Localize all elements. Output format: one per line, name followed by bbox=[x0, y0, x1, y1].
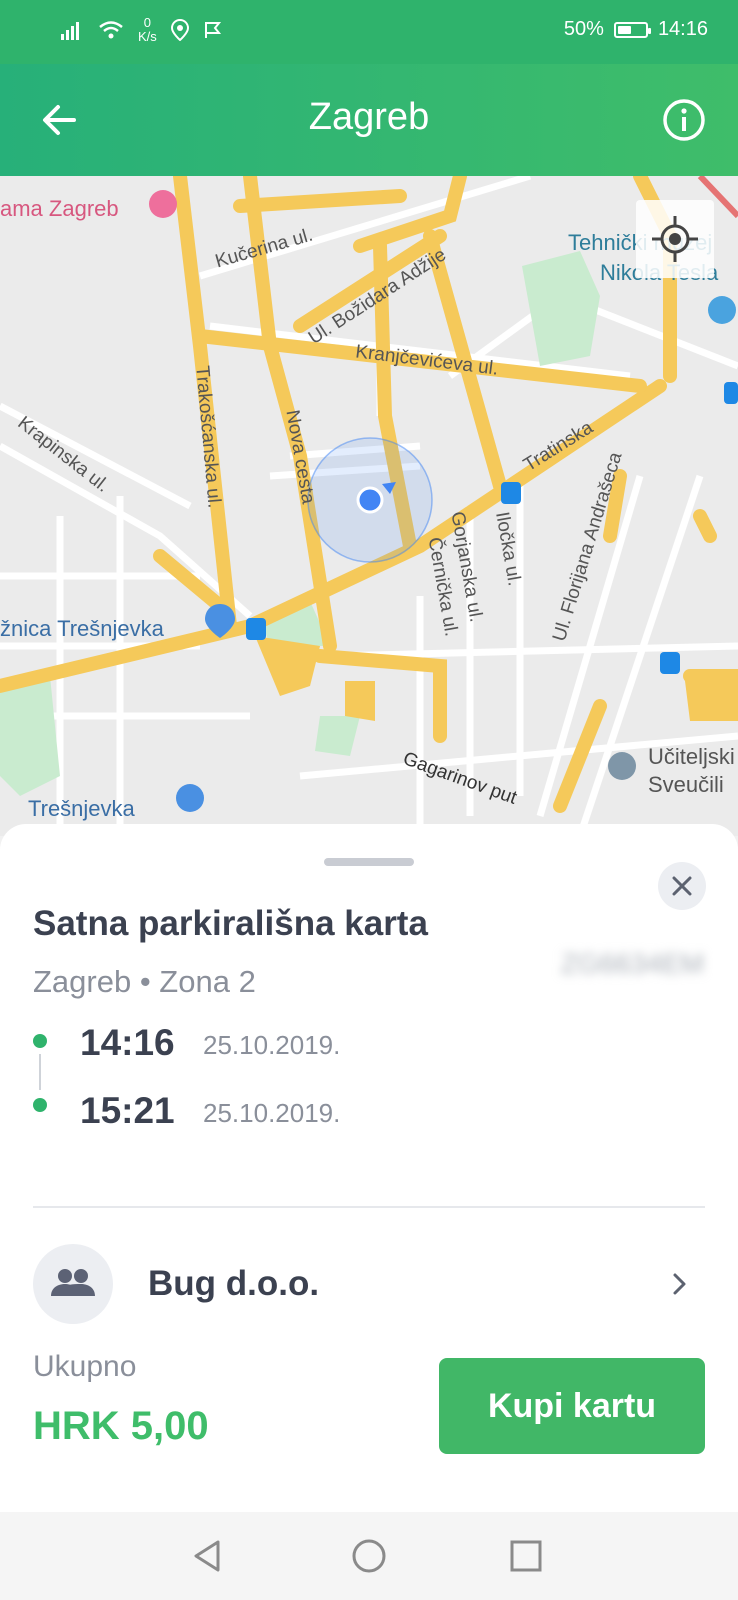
total-label: Ukupno bbox=[33, 1350, 137, 1383]
map-label-tresnjevka-market: žnica Trešnjevka bbox=[0, 616, 164, 641]
wifi-icon bbox=[99, 21, 123, 39]
flag-icon bbox=[204, 22, 221, 38]
license-plate: ZG6634EM bbox=[560, 948, 704, 979]
ticket-zone: Zagreb • Zona 2 bbox=[33, 964, 256, 999]
info-icon[interactable] bbox=[660, 96, 708, 144]
crosshair-icon bbox=[652, 216, 698, 262]
nav-home-icon[interactable] bbox=[347, 1534, 391, 1578]
start-date: 25.10.2019. bbox=[203, 1030, 341, 1060]
page-title: Zagreb bbox=[308, 96, 430, 138]
start-time-dot bbox=[33, 1034, 47, 1048]
chevron-right-icon bbox=[673, 1273, 686, 1295]
status-left: 0 K/s bbox=[60, 16, 223, 44]
total-price: HRK 5,00 bbox=[33, 1404, 209, 1448]
section-divider bbox=[33, 1206, 705, 1208]
battery-icon bbox=[613, 21, 651, 38]
signal-icon bbox=[61, 22, 79, 40]
network-speed-unit: K/s bbox=[138, 29, 157, 44]
company-name: Bug d.o.o. bbox=[148, 1264, 320, 1303]
system-nav-bar bbox=[0, 1512, 738, 1600]
ticket-bottom-sheet: Satna parkirališna karta Zagreb • Zona 2… bbox=[0, 824, 738, 1524]
start-time: 14:16 bbox=[80, 1022, 175, 1063]
close-icon bbox=[672, 876, 692, 896]
end-time-dot bbox=[33, 1098, 47, 1112]
people-icon bbox=[51, 1269, 95, 1296]
timeline-connector bbox=[39, 1054, 41, 1090]
end-time: 15:21 bbox=[80, 1090, 175, 1131]
company-selector[interactable]: Bug d.o.o. bbox=[0, 1244, 738, 1334]
map-view[interactable]: ama Zagreb Kučerina ul. Tehnički muzej N… bbox=[0, 176, 738, 836]
map-label-hotel: ama Zagreb bbox=[0, 196, 119, 221]
buy-ticket-button[interactable]: Kupi kartu bbox=[439, 1358, 705, 1454]
map-label-uciteljski: Učiteljski bbox=[648, 744, 735, 769]
company-avatar bbox=[33, 1244, 113, 1324]
app-bar: Zagreb bbox=[0, 64, 738, 176]
status-bar: 0 K/s 50% 14:16 bbox=[0, 0, 738, 64]
status-time: 14:16 bbox=[657, 18, 708, 40]
status-right: 50% 14:16 bbox=[564, 18, 708, 41]
network-speed: 0 K/s bbox=[138, 16, 157, 44]
sheet-drag-handle[interactable] bbox=[324, 858, 414, 866]
nav-back-icon[interactable] bbox=[186, 1534, 230, 1578]
nav-recents-icon[interactable] bbox=[504, 1534, 548, 1578]
close-button[interactable] bbox=[658, 862, 706, 910]
my-location-button[interactable] bbox=[636, 200, 714, 278]
map-label-sveucilis: Sveučili bbox=[648, 772, 724, 797]
battery-percent: 50% bbox=[563, 18, 604, 40]
network-speed-value: 0 bbox=[143, 15, 152, 30]
end-date: 25.10.2019. bbox=[203, 1098, 341, 1128]
location-icon bbox=[170, 19, 189, 41]
ticket-title: Satna parkirališna karta bbox=[33, 904, 428, 943]
map-label-tresnjevka-bottom: Trešnjevka bbox=[28, 796, 135, 821]
